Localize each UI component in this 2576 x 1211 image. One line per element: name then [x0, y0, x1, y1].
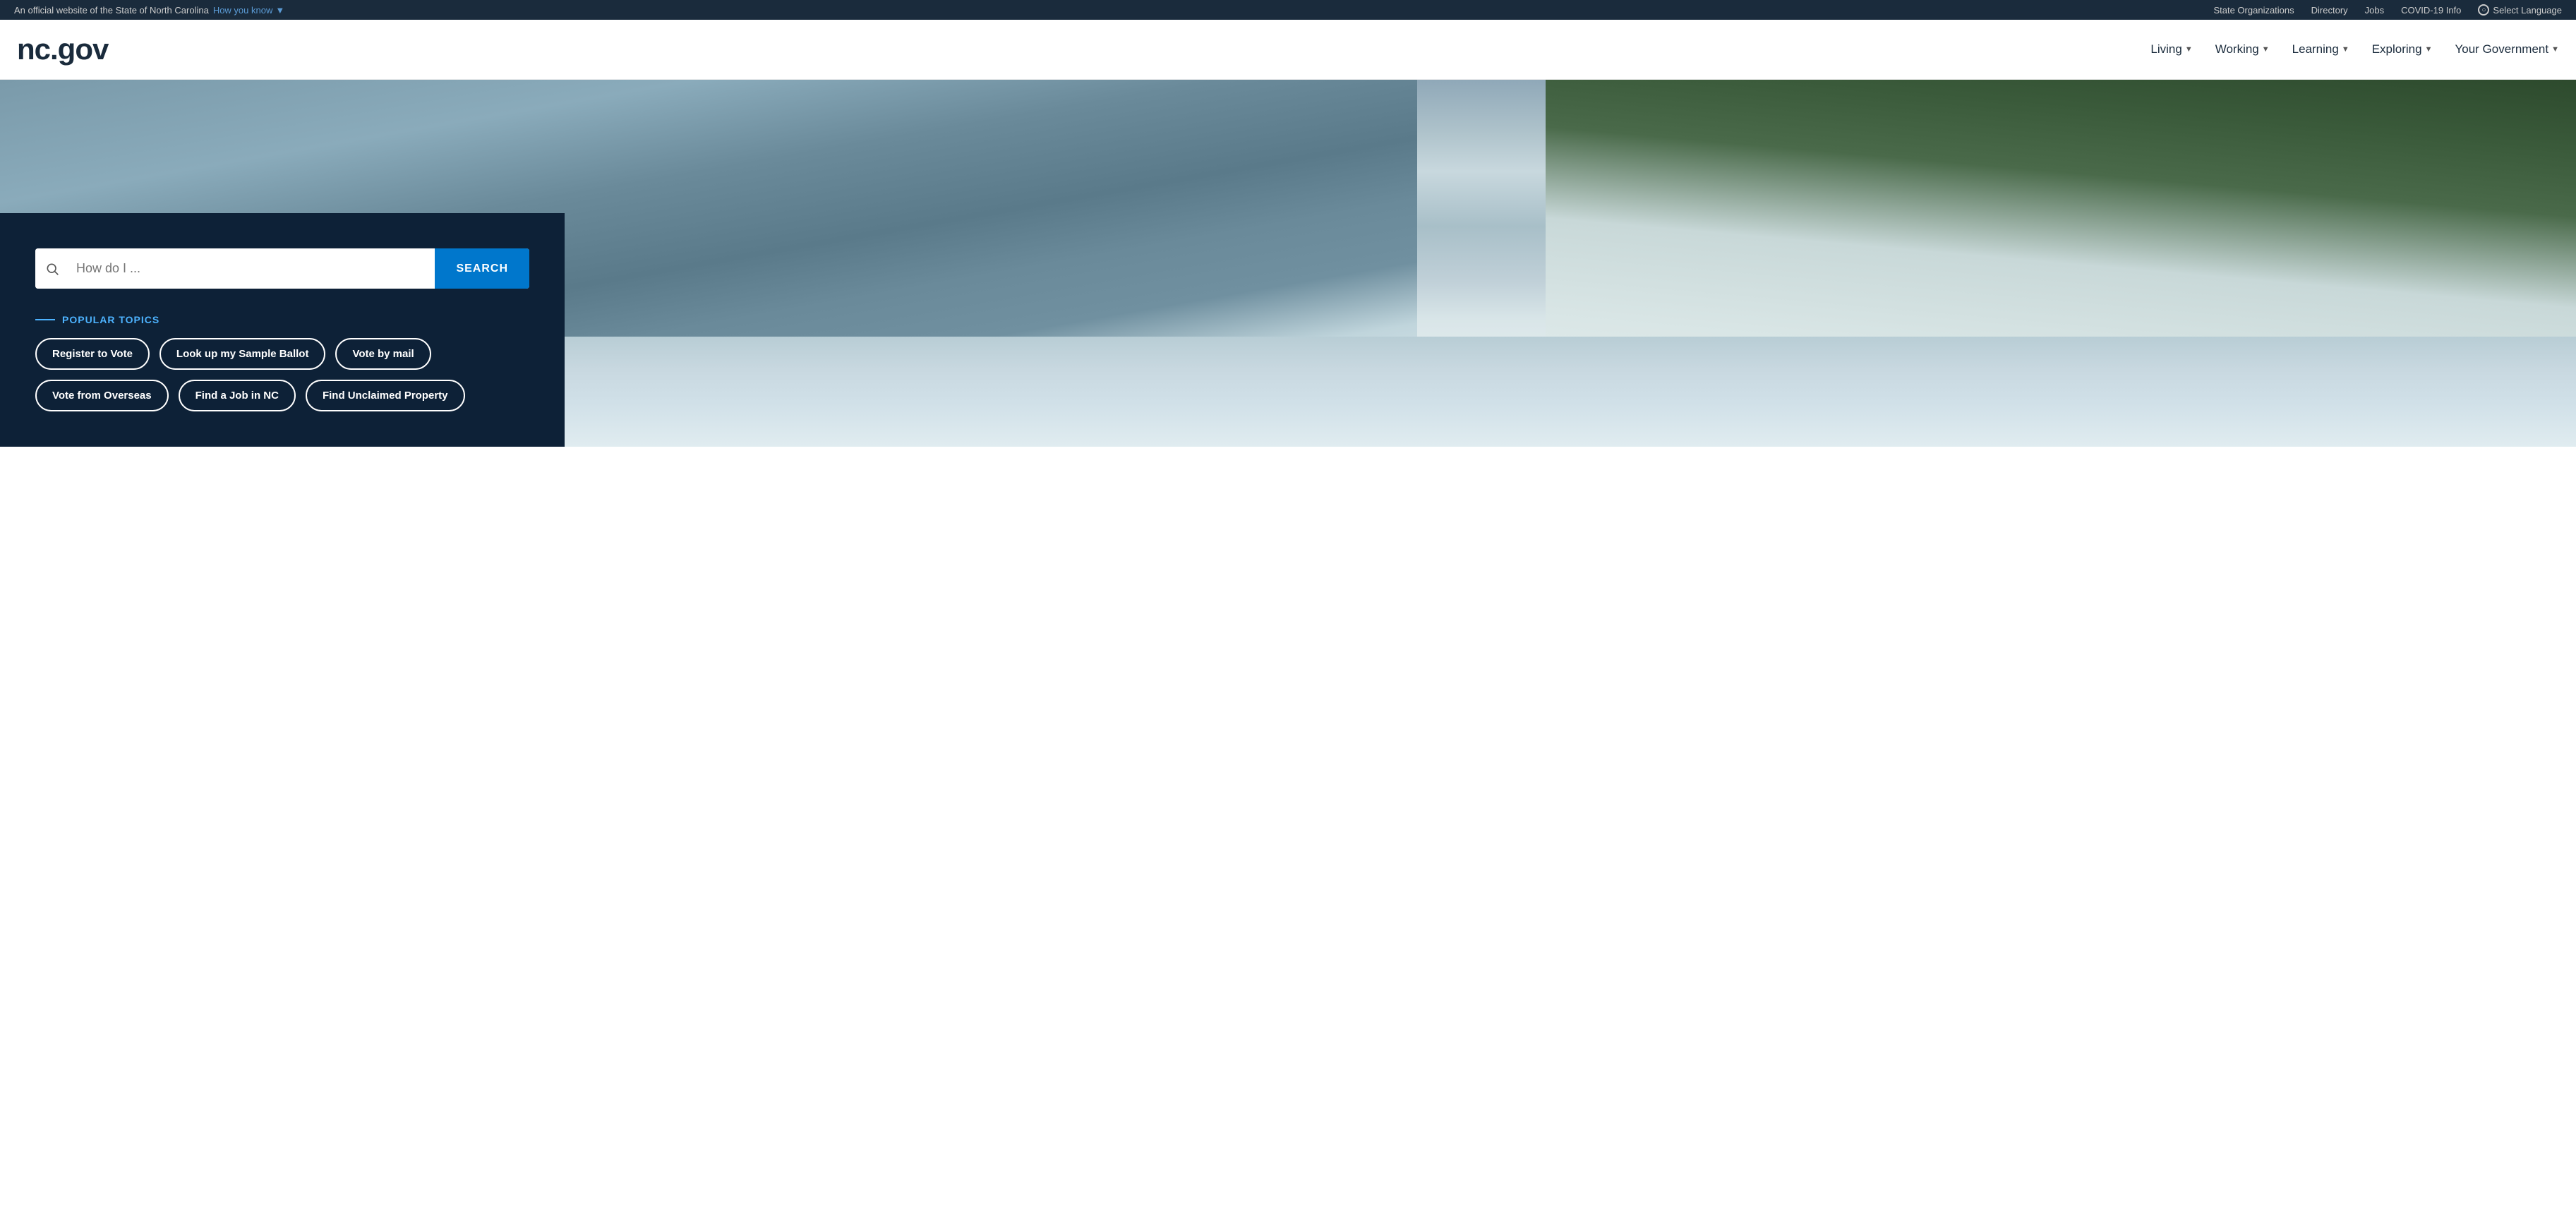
main-nav: Living ▼ Working ▼ Learning ▼ Exploring …: [2150, 42, 2559, 56]
topic-unclaimed-property[interactable]: Find Unclaimed Property: [306, 380, 465, 411]
official-text: An official website of the State of Nort…: [14, 5, 209, 16]
nav-exploring[interactable]: Exploring ▼: [2372, 42, 2433, 56]
how-you-know-link[interactable]: How you know ▼: [213, 5, 284, 16]
covid-info-link[interactable]: COVID-19 Info: [2401, 5, 2461, 16]
topic-register-to-vote[interactable]: Register to Vote: [35, 338, 150, 370]
nav-living-label: Living: [2150, 42, 2181, 56]
search-button[interactable]: SEARCH: [435, 248, 529, 289]
how-you-know-label: How you know: [213, 5, 273, 16]
topic-buttons: Register to Vote Look up my Sample Ballo…: [35, 338, 529, 411]
hero-panel: SEARCH POPULAR TOPICS Register to Vote L…: [0, 213, 565, 447]
search-icon-wrap: [35, 248, 69, 289]
topic-vote-by-mail[interactable]: Vote by mail: [335, 338, 431, 370]
search-icon: [45, 262, 59, 276]
globe-icon: ○: [2478, 4, 2489, 16]
nav-exploring-label: Exploring: [2372, 42, 2422, 56]
state-organizations-link[interactable]: State Organizations: [2213, 5, 2294, 16]
top-bar: An official website of the State of Nort…: [0, 0, 2576, 20]
chevron-down-icon: ▼: [2262, 45, 2270, 54]
site-logo[interactable]: nc.gov: [17, 32, 108, 66]
chevron-down-icon: ▼: [2342, 45, 2349, 54]
topic-sample-ballot[interactable]: Look up my Sample Ballot: [160, 338, 326, 370]
search-input[interactable]: [69, 248, 435, 289]
site-header: nc.gov Living ▼ Working ▼ Learning ▼ Exp…: [0, 20, 2576, 80]
top-bar-left: An official website of the State of Nort…: [14, 5, 284, 16]
chevron-down-icon: ▼: [2425, 45, 2433, 54]
topic-find-job[interactable]: Find a Job in NC: [179, 380, 296, 411]
popular-topics-label: POPULAR TOPICS: [35, 314, 529, 325]
nav-working-label: Working: [2215, 42, 2259, 56]
nav-learning[interactable]: Learning ▼: [2292, 42, 2349, 56]
nav-your-government-label: Your Government: [2455, 42, 2548, 56]
nav-your-government[interactable]: Your Government ▼: [2455, 42, 2559, 56]
chevron-down-icon: ▼: [2551, 45, 2559, 54]
top-bar-right: State Organizations Directory Jobs COVID…: [2213, 4, 2562, 16]
topic-row-2: Vote from Overseas Find a Job in NC Find…: [35, 380, 529, 411]
chevron-down-icon: ▼: [2185, 45, 2193, 54]
topic-vote-overseas[interactable]: Vote from Overseas: [35, 380, 169, 411]
chevron-down-icon: ▼: [275, 5, 284, 16]
select-language-button[interactable]: ○ Select Language: [2478, 4, 2562, 16]
search-box: SEARCH: [35, 248, 529, 289]
select-language-label: Select Language: [2493, 5, 2562, 16]
nav-learning-label: Learning: [2292, 42, 2339, 56]
jobs-link[interactable]: Jobs: [2365, 5, 2384, 16]
nav-working[interactable]: Working ▼: [2215, 42, 2270, 56]
hero-section: SEARCH POPULAR TOPICS Register to Vote L…: [0, 80, 2576, 447]
directory-link[interactable]: Directory: [2311, 5, 2348, 16]
nav-living[interactable]: Living ▼: [2150, 42, 2192, 56]
topic-row-1: Register to Vote Look up my Sample Ballo…: [35, 338, 529, 370]
